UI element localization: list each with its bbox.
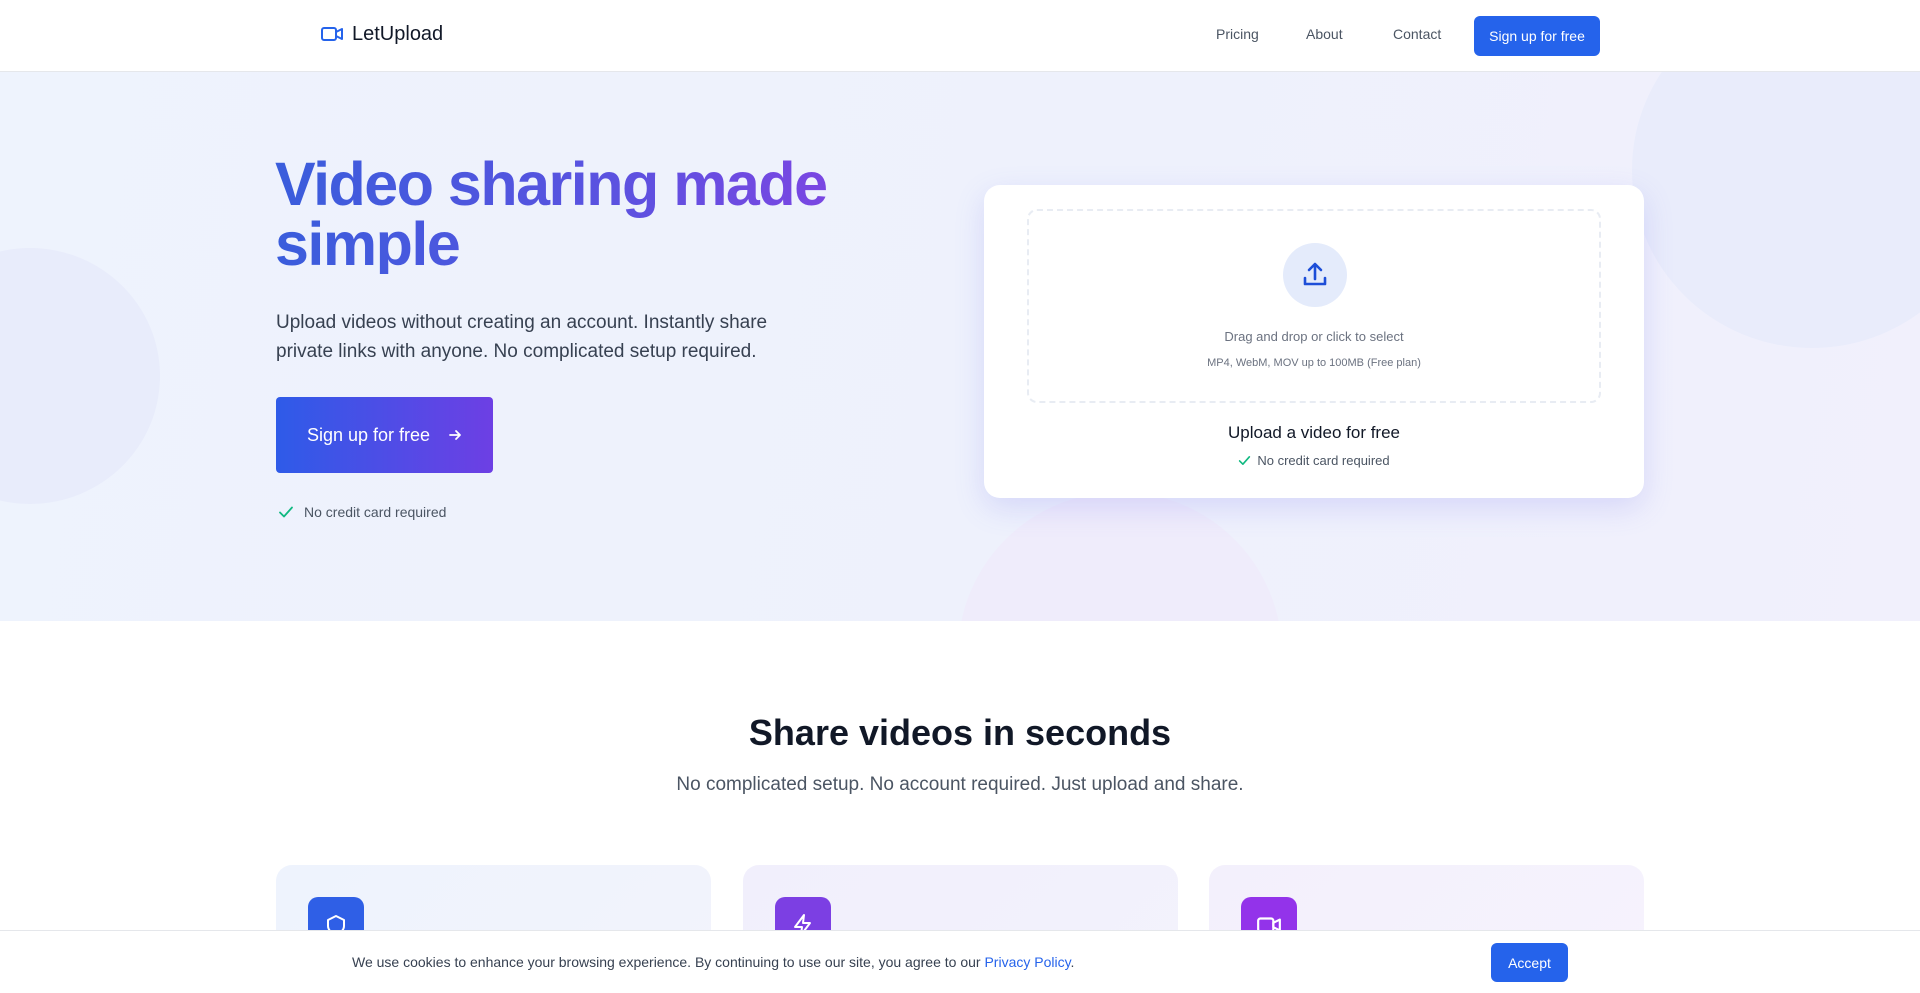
upload-icon — [1300, 260, 1330, 290]
hero-signup-button[interactable]: Sign up for free — [276, 397, 493, 473]
hero-subtitle: Upload videos without creating an accoun… — [276, 312, 768, 362]
accept-cookies-button[interactable]: Accept — [1491, 943, 1568, 982]
upload-card-note-text: No credit card required — [1257, 453, 1390, 468]
hero-note-text: No credit card required — [304, 504, 447, 520]
hero-no-card-note: No credit card required — [278, 504, 446, 520]
cookie-message: We use cookies to enhance your browsing … — [352, 954, 1074, 970]
arrow-right-icon — [448, 428, 462, 442]
features-title: Share videos in seconds — [748, 712, 1172, 753]
upload-card-title: Upload a video for free — [1228, 423, 1400, 442]
features-subtitle: No complicated setup. No account require… — [676, 774, 1244, 795]
hero-section: Video sharing made simple Upload videos … — [0, 72, 1920, 621]
privacy-policy-link[interactable]: Privacy Policy — [984, 954, 1070, 970]
hero-title: Video sharing made simple — [275, 154, 835, 275]
video-camera-icon — [320, 22, 344, 46]
cookie-text-end: . — [1070, 954, 1075, 970]
hero-signup-label: Sign up for free — [306, 424, 431, 445]
cookie-consent-bar: We use cookies to enhance your browsing … — [0, 930, 1920, 993]
upload-card: Drag and drop or click to select MP4, We… — [984, 185, 1644, 498]
nav-link-pricing[interactable]: Pricing — [1216, 26, 1259, 42]
cookie-text: We use cookies to enhance your browsing … — [352, 954, 985, 970]
site-header: LetUpload Pricing About Contact Sign up … — [0, 0, 1920, 72]
nav-link-contact[interactable]: Contact — [1393, 26, 1441, 42]
dropzone-formats: MP4, WebM, MOV up to 100MB (Free plan) — [1207, 357, 1421, 369]
upload-dropzone[interactable]: Drag and drop or click to select MP4, We… — [1027, 209, 1601, 403]
nav-link-about[interactable]: About — [1306, 26, 1343, 42]
dropzone-instructions: Drag and drop or click to select — [1224, 329, 1404, 344]
decorative-blob — [1632, 72, 1920, 348]
decorative-blob — [0, 248, 160, 504]
decorative-blob — [958, 492, 1282, 621]
upload-card-note: No credit card required — [984, 453, 1644, 468]
header-signup-button[interactable]: Sign up for free — [1474, 16, 1600, 56]
brand-name: LetUpload — [352, 22, 444, 45]
brand-logo[interactable]: LetUpload — [320, 22, 443, 46]
check-icon — [278, 504, 294, 520]
upload-icon-circle — [1283, 243, 1347, 307]
check-icon — [1238, 454, 1251, 467]
